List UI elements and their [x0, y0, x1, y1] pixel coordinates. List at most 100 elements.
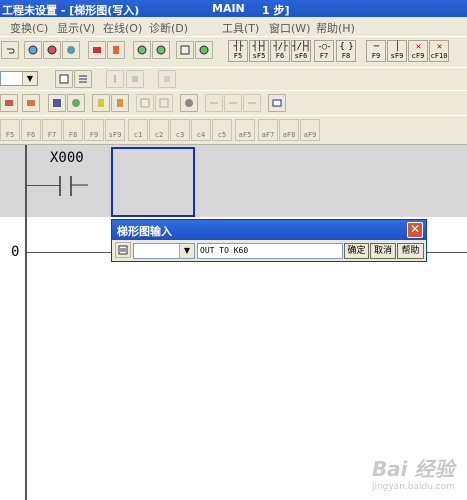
tool-button-10[interactable]: [205, 94, 223, 112]
tool-button-3[interactable]: [48, 94, 66, 112]
monitor-mode-button[interactable]: [158, 70, 176, 88]
monitor-mode-icon: [164, 76, 170, 82]
find-instruction-button[interactable]: [43, 41, 61, 59]
ladder-cursor[interactable]: [111, 147, 195, 217]
menu-diagnose[interactable]: 诊断(D): [149, 20, 188, 36]
write-mode-button[interactable]: [126, 70, 144, 88]
undo-button[interactable]: [1, 41, 19, 59]
cancel-button[interactable]: 取消: [370, 243, 396, 259]
write-icon: [113, 46, 119, 54]
menu-tools[interactable]: 工具(T): [222, 20, 259, 36]
monitor-button[interactable]: [88, 41, 106, 59]
fkey-cf9[interactable]: ✕ cF9: [408, 40, 428, 62]
fkey-label: c5: [217, 131, 227, 139]
instruction-type-select[interactable]: ▼: [133, 243, 195, 259]
toolbar-row-1: ┤├ F5 ┤├┤ sF5 ┤/├ F6 ┤/├┤ sF6 -○- F7 { } F8 ─ F…: [0, 36, 467, 68]
display-button[interactable]: [195, 41, 213, 59]
find-step-button[interactable]: [62, 41, 80, 59]
fkey-row4-4[interactable]: F8: [63, 119, 83, 141]
watermark-url: jingyan.baidu.com: [371, 482, 455, 492]
fkey-label: c2: [154, 131, 164, 139]
chevron-down-icon: ▼: [179, 244, 194, 258]
zoom-in-button[interactable]: [133, 41, 151, 59]
fkey-row4-5[interactable]: F9: [84, 119, 104, 141]
tool-1-icon: [5, 100, 13, 106]
tool-button-8[interactable]: [155, 94, 173, 112]
fkey-row4-15[interactable]: aF9: [300, 119, 320, 141]
fkey-row4-7[interactable]: c1: [128, 119, 148, 141]
fkey-label: F6: [26, 131, 36, 139]
rung-wire: [27, 252, 111, 253]
tool-9-icon: [185, 99, 193, 107]
fkey-label: F8: [341, 52, 351, 60]
menu-window[interactable]: 窗口(W): [269, 20, 310, 36]
tool-button-13[interactable]: [268, 94, 286, 112]
comment-button[interactable]: [176, 41, 194, 59]
instruction-input[interactable]: OUT TO K60: [197, 243, 343, 259]
left-power-rail: [25, 145, 27, 500]
read-mode-icon: [114, 75, 116, 83]
tool-button-6[interactable]: [111, 94, 129, 112]
fkey-row4-11[interactable]: c5: [212, 119, 232, 141]
fkey-row4-2[interactable]: F6: [21, 119, 41, 141]
rung-wire-right: [427, 252, 467, 253]
tool-2-icon: [27, 100, 35, 106]
program-selector[interactable]: ▼: [0, 71, 38, 86]
fkey-row4-10[interactable]: c4: [191, 119, 211, 141]
fkey-f9[interactable]: ─ F9: [366, 40, 386, 62]
fkey-f8[interactable]: { } F8: [336, 40, 356, 62]
menu-convert[interactable]: 变换(C): [10, 20, 48, 36]
tool-button-7[interactable]: [136, 94, 154, 112]
ladder-view-button[interactable]: [55, 70, 73, 88]
tool-button-5[interactable]: [92, 94, 110, 112]
fkey-row4-9[interactable]: c3: [170, 119, 190, 141]
find-instruction-icon: [47, 45, 57, 55]
zoom-out-button[interactable]: [152, 41, 170, 59]
write-button[interactable]: [107, 41, 125, 59]
closed-contact-icon: ┤/├: [273, 42, 287, 52]
menu-online[interactable]: 在线(O): [103, 20, 142, 36]
tool-button-2[interactable]: [22, 94, 40, 112]
help-button[interactable]: 帮助: [397, 243, 424, 259]
tool-button-12[interactable]: [243, 94, 261, 112]
step-count: 1 步]: [262, 4, 290, 17]
fkey-row4-12[interactable]: aF5: [235, 119, 255, 141]
fkey-f5[interactable]: ┤├ F5: [228, 40, 248, 62]
horizontal-line-icon: ─: [373, 42, 379, 52]
list-icon: [118, 245, 128, 255]
tool-button-11[interactable]: [224, 94, 242, 112]
rung-wire-left: [27, 185, 60, 186]
instruction-type-button[interactable]: [115, 242, 131, 258]
menu-help[interactable]: 帮助(H): [316, 20, 355, 36]
window-title: 工程未设置 - [梯形图(写入): [2, 4, 140, 17]
find-device-button[interactable]: [24, 41, 42, 59]
fkey-row4-1[interactable]: F5: [0, 119, 20, 141]
close-button[interactable]: ✕: [407, 222, 423, 238]
list-view-button[interactable]: [74, 70, 92, 88]
fkey-f7[interactable]: -○- F7: [314, 40, 334, 62]
tool-button-9[interactable]: [180, 94, 198, 112]
fkey-sf9[interactable]: │ sF9: [387, 40, 407, 62]
ok-button[interactable]: 确定: [344, 243, 369, 259]
tool-6-icon: [117, 99, 123, 107]
menu-view[interactable]: 显示(V): [57, 20, 95, 36]
fkey-sf5[interactable]: ┤├┤ sF5: [249, 40, 269, 62]
menu-bar: 变换(C) 显示(V) 在线(O) 诊断(D) 工具(T) 窗口(W) 帮助(H…: [0, 17, 467, 36]
read-mode-button[interactable]: [106, 70, 124, 88]
tool-button-1[interactable]: [0, 94, 18, 112]
ladder-editor[interactable]: X000 0 Bai 经验 jingyan.baidu.com: [0, 145, 467, 500]
fkey-sf6[interactable]: ┤/├┤ sF6: [291, 40, 311, 62]
fkey-row4-13[interactable]: aF7: [258, 119, 278, 141]
fkey-row4-8[interactable]: c2: [149, 119, 169, 141]
fkey-row4-3[interactable]: F7: [42, 119, 62, 141]
fkey-label: c1: [133, 131, 143, 139]
fkey-row4-6[interactable]: sF9: [105, 119, 125, 141]
fkey-label: F9: [371, 52, 381, 60]
fkey-f6[interactable]: ┤/├ F6: [270, 40, 290, 62]
fkey-label: sF5: [252, 52, 266, 60]
tool-button-4[interactable]: [67, 94, 85, 112]
tool-12-icon: [248, 102, 256, 104]
fkey-cf10[interactable]: ✕ cF10: [429, 40, 449, 62]
fkey-label: F7: [47, 131, 57, 139]
fkey-row4-14[interactable]: aF8: [279, 119, 299, 141]
